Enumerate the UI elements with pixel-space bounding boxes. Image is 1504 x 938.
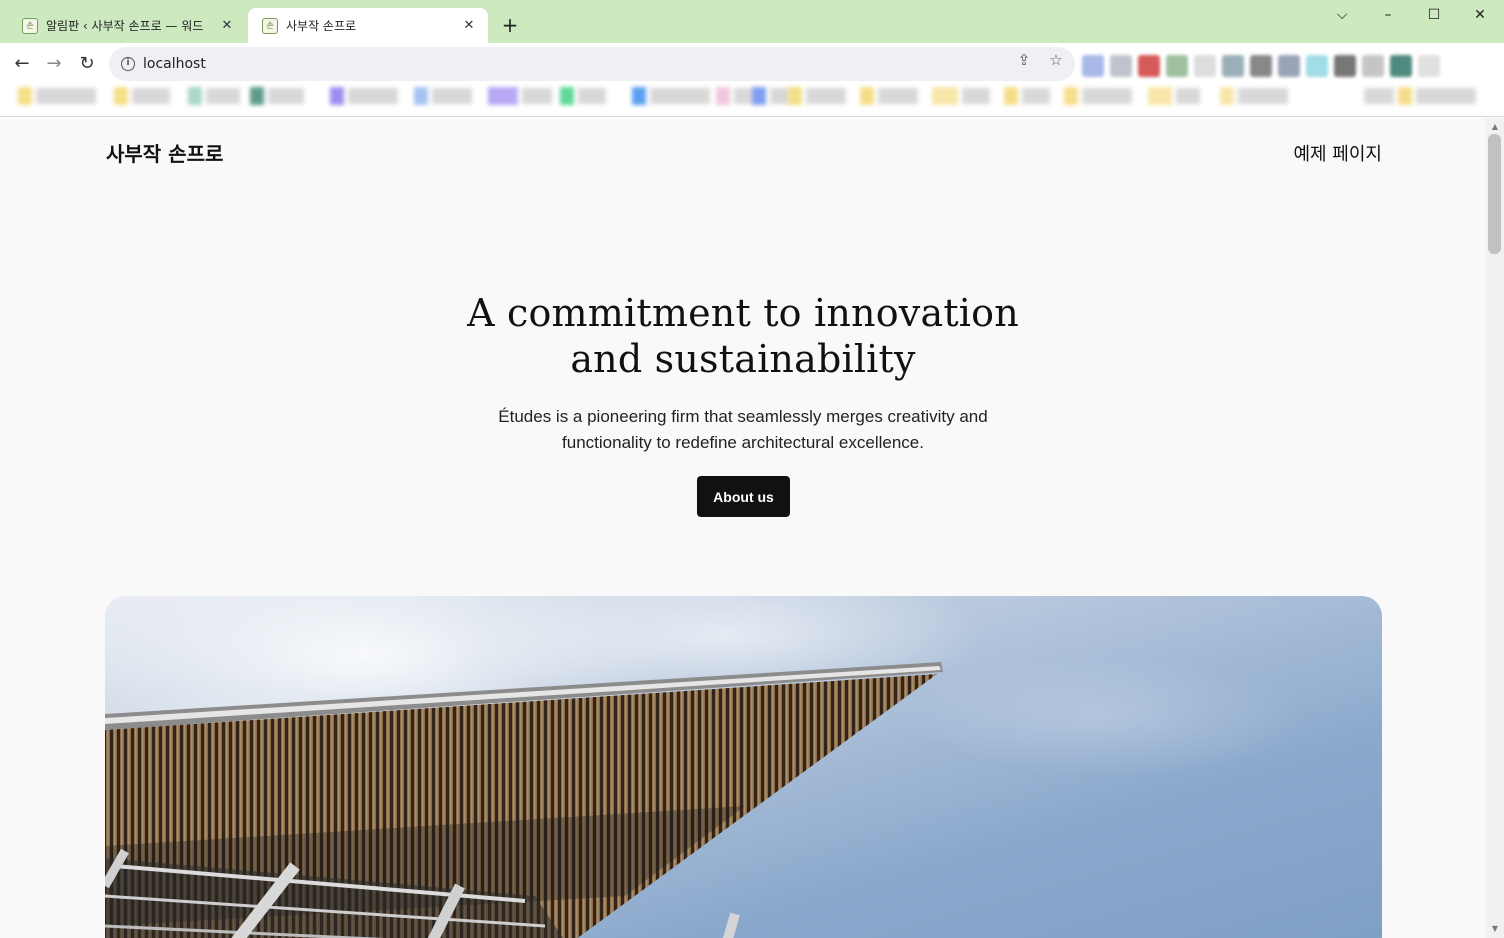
share-icon[interactable]: ⇪ [1014,51,1034,69]
extension-icon[interactable] [1306,55,1328,77]
tab-close-icon[interactable]: ✕ [218,18,236,33]
forward-arrow-icon[interactable]: → [42,52,66,76]
nav-link-example-page[interactable]: 예제 페이지 [1293,140,1382,166]
extension-icon[interactable] [1138,55,1160,77]
bookmark-item[interactable] [632,85,710,107]
extensions-area [1082,55,1492,77]
extension-icon[interactable] [1166,55,1188,77]
maximize-icon[interactable]: ☐ [1414,4,1454,26]
bookmark-item[interactable] [1064,85,1132,107]
tab-close-icon[interactable]: ✕ [460,18,478,33]
bookmark-item[interactable] [860,85,918,107]
page-viewport: 사부작 손프로 예제 페이지 A commitment to innovatio… [0,118,1486,938]
tab-title: 알림판 ‹ 사부작 손프로 — 워드 [46,19,204,33]
site-favicon-icon: 손 [22,17,38,34]
bookmark-item[interactable] [18,85,96,107]
bookmarks-bar [0,85,1504,117]
bookmark-item[interactable] [788,85,846,107]
site-title[interactable]: 사부작 손프로 [106,138,223,167]
extension-icon[interactable] [1222,55,1244,77]
hero-description-line: functionality to redefine architectural … [562,433,924,452]
new-tab-plus-icon[interactable]: + [498,13,522,37]
address-bar[interactable]: i localhost [109,47,1075,81]
extension-icon[interactable] [1362,55,1384,77]
bookmark-item[interactable] [560,85,606,107]
extension-icon[interactable] [1194,55,1216,77]
bookmark-item[interactable] [114,85,170,107]
minimize-icon[interactable]: – [1368,4,1408,26]
bookmark-item[interactable] [1220,85,1288,107]
hero-image [105,596,1382,938]
bookmark-item[interactable] [488,85,552,107]
bookmark-item[interactable] [414,85,472,107]
extension-icon[interactable] [1418,55,1440,77]
bookmark-item[interactable] [716,85,754,107]
reload-icon[interactable]: ↻ [75,52,99,76]
hero-heading-line: A commitment to innovation [467,291,1019,335]
bookmark-item[interactable] [188,85,240,107]
bookmark-item[interactable] [1004,85,1050,107]
tab-dashboard[interactable]: 손 알림판 ‹ 사부작 손프로 — 워드 ✕ [8,8,246,43]
extension-icon[interactable] [1110,55,1132,77]
browser-toolbar: ← → ↻ i localhost ⇪ ☆ [0,43,1504,85]
scroll-down-arrow-icon[interactable]: ▼ [1486,924,1504,933]
bookmark-item[interactable] [752,85,790,107]
back-arrow-icon[interactable]: ← [10,52,34,76]
tab-search-chevron-icon[interactable]: ⌵ [1322,4,1362,26]
about-us-button[interactable]: About us [697,476,790,517]
close-window-icon[interactable]: ✕ [1460,4,1500,26]
hero-description: Études is a pioneering firm that seamles… [0,404,1486,456]
site-info-icon[interactable]: i [121,57,135,71]
site-favicon-icon: 손 [262,17,278,34]
extension-icon[interactable] [1390,55,1412,77]
bookmark-item[interactable] [1148,85,1200,107]
bookmark-item[interactable] [932,85,990,107]
bookmark-item[interactable] [250,85,304,107]
bookmark-item[interactable] [1364,85,1476,107]
building-roof-image [105,596,1382,938]
extension-icon[interactable] [1250,55,1272,77]
bookmark-star-icon[interactable]: ☆ [1046,51,1066,69]
address-url[interactable]: localhost [143,56,206,72]
tab-title: 사부작 손프로 [286,19,357,33]
tab-site[interactable]: 손 사부작 손프로 ✕ [248,8,488,43]
extension-icon[interactable] [1278,55,1300,77]
tab-strip: 손 알림판 ‹ 사부작 손프로 — 워드 ✕ 손 사부작 손프로 ✕ + ⌵ –… [0,0,1504,43]
scroll-up-arrow-icon[interactable]: ▲ [1486,122,1504,131]
extension-icon[interactable] [1082,55,1104,77]
hero-description-line: Études is a pioneering firm that seamles… [498,407,988,426]
scrollbar-thumb[interactable] [1488,134,1501,254]
hero-heading-line: and sustainability [570,337,916,381]
bookmark-item[interactable] [330,85,398,107]
hero-heading: A commitment to innovation and sustainab… [0,290,1486,382]
extension-icon[interactable] [1334,55,1356,77]
